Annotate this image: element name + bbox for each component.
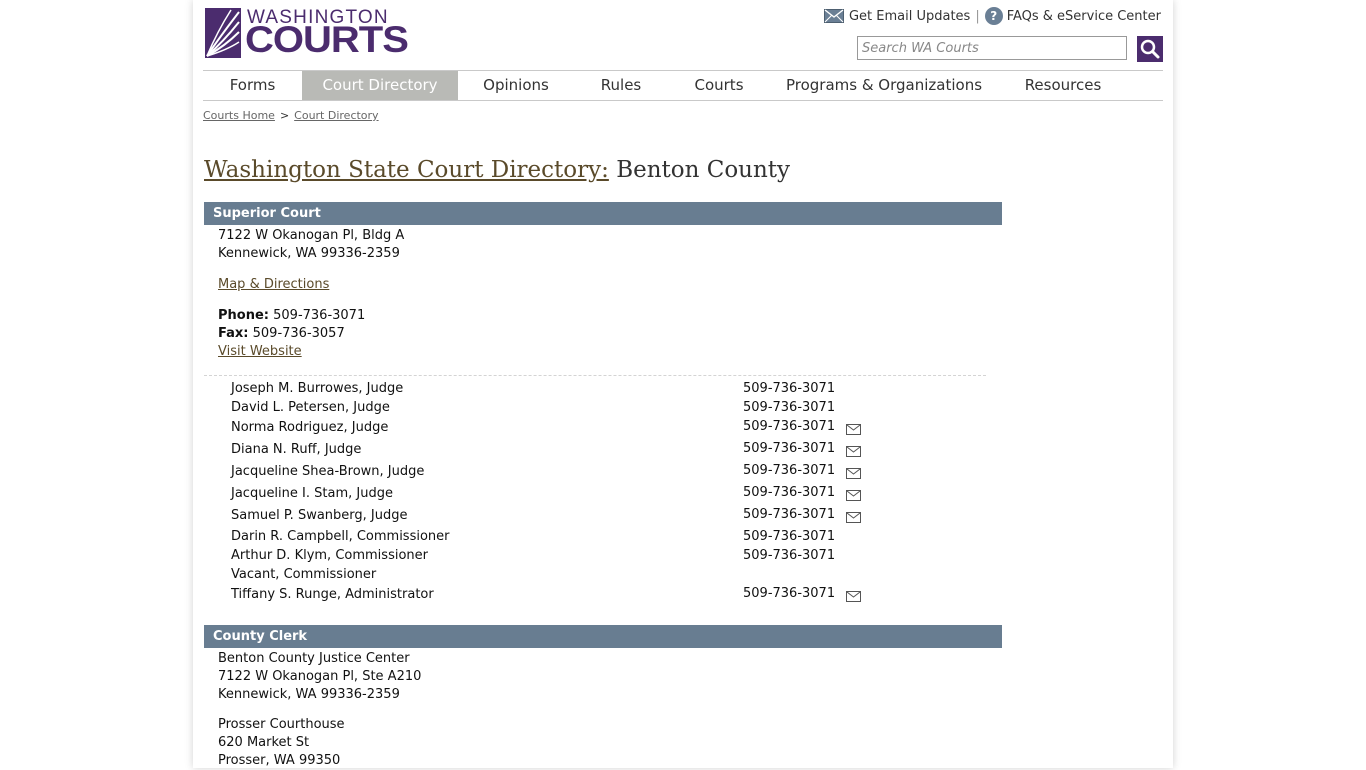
staff-name: Vacant, Commissioner	[231, 567, 377, 582]
phone-label: Phone:	[218, 308, 269, 323]
question-circle-icon: ?	[984, 7, 1003, 25]
staff-phone: 509-736-3071	[743, 507, 836, 522]
staff-phone: 509-736-3071	[743, 463, 836, 478]
staff-phone: 509-736-3071	[743, 400, 836, 415]
superior-court-map-row: Map & Directions	[218, 276, 329, 294]
search-input[interactable]	[857, 36, 1127, 60]
staff-name: Tiffany S. Runge, Administrator	[231, 587, 434, 602]
courts-logo-mark-icon	[205, 8, 241, 58]
page-content: WASHINGTON COURTS Get Email Updates | ? …	[203, 0, 1163, 768]
staff-name: Diana N. Ruff, Judge	[231, 442, 362, 457]
staff-phone: 509-736-3071	[743, 441, 836, 456]
staff-name: Jacqueline I. Stam, Judge	[231, 486, 393, 501]
staff-phone: 509-736-3071	[743, 381, 836, 396]
email-updates-link[interactable]: Get Email Updates	[849, 9, 970, 24]
nav-item-courts[interactable]: Courts	[668, 71, 770, 100]
washington-courts-logo[interactable]: WASHINGTON COURTS	[205, 7, 409, 61]
email-envelope-icon[interactable]	[846, 512, 861, 523]
breadcrumb-court-directory-link[interactable]: Court Directory	[294, 109, 378, 122]
staff-phone: 509-736-3071	[743, 548, 836, 563]
superior-court-header: Superior Court	[204, 202, 1002, 225]
county-name: Benton County	[616, 157, 791, 183]
phone-value: 509-736-3071	[273, 308, 366, 323]
court-directory-title-link[interactable]: Washington State Court Directory:	[204, 157, 609, 183]
breadcrumb-home-link[interactable]: Courts Home	[203, 109, 275, 122]
staff-name: David L. Petersen, Judge	[231, 400, 390, 415]
clerk-location2-line2: Prosser, WA 99350	[218, 753, 341, 768]
utility-links: Get Email Updates | ? FAQs & eService Ce…	[823, 7, 1161, 25]
email-envelope-icon[interactable]	[846, 468, 861, 479]
logo-bottom-text: COURTS	[245, 20, 409, 61]
magnifier-icon	[1140, 39, 1160, 59]
clerk-location1-name: Benton County Justice Center	[218, 651, 410, 666]
staff-name: Samuel P. Swanberg, Judge	[231, 508, 408, 523]
clerk-location1-line1: 7122 W Okanogan Pl, Ste A210	[218, 669, 422, 684]
staff-name: Darin R. Campbell, Commissioner	[231, 529, 450, 544]
staff-name: Arthur D. Klym, Commissioner	[231, 548, 428, 563]
nav-item-opinions[interactable]: Opinions	[458, 71, 574, 100]
map-directions-link[interactable]: Map & Directions	[218, 277, 329, 292]
breadcrumb: Courts Home > Court Directory	[203, 109, 379, 122]
nav-item-programs-organizations[interactable]: Programs & Organizations	[770, 71, 998, 100]
superior-court-phone-row: Phone: 509-736-3071	[218, 307, 365, 325]
staff-name: Norma Rodriguez, Judge	[231, 420, 389, 435]
clerk-location2-name: Prosser Courthouse	[218, 717, 345, 732]
breadcrumb-separator: >	[279, 109, 290, 122]
staff-name: Jacqueline Shea-Brown, Judge	[231, 464, 425, 479]
superior-court-address-line1: 7122 W Okanogan Pl, Bldg A	[218, 228, 405, 243]
nav-item-rules[interactable]: Rules	[574, 71, 668, 100]
nav-item-resources[interactable]: Resources	[998, 71, 1128, 100]
email-envelope-icon[interactable]	[846, 424, 861, 435]
staff-phone: 509-736-3071	[743, 419, 836, 434]
visit-website-link[interactable]: Visit Website	[218, 344, 302, 359]
clerk-location2-line1: 620 Market St	[218, 735, 310, 750]
staff-phone: 509-736-3071	[743, 529, 836, 544]
superior-court-address-line2: Kennewick, WA 99336-2359	[218, 246, 400, 261]
search-button[interactable]	[1137, 36, 1163, 62]
utility-separator: |	[975, 8, 980, 24]
superior-court-website-row: Visit Website	[218, 343, 302, 361]
fax-value: 509-736-3057	[252, 326, 345, 341]
envelope-icon	[823, 9, 844, 23]
county-clerk-header: County Clerk	[204, 625, 1002, 648]
nav-item-court-directory[interactable]: Court Directory	[302, 71, 458, 100]
nav-item-forms[interactable]: Forms	[203, 71, 302, 100]
staff-name: Joseph M. Burrowes, Judge	[231, 381, 404, 396]
staff-phone: 509-736-3071	[743, 485, 836, 500]
email-envelope-icon[interactable]	[846, 446, 861, 457]
page-shell: WASHINGTON COURTS Get Email Updates | ? …	[193, 0, 1173, 768]
fax-label: Fax:	[218, 326, 249, 341]
clerk-location1-line2: Kennewick, WA 99336-2359	[218, 687, 400, 702]
main-nav: Forms Court Directory Opinions Rules Cou…	[203, 70, 1163, 101]
page-title: Washington State Court Directory: Benton…	[204, 157, 790, 183]
email-envelope-icon[interactable]	[846, 490, 861, 501]
section-divider	[204, 375, 986, 376]
email-envelope-icon[interactable]	[846, 591, 861, 602]
faqs-eservice-link[interactable]: FAQs & eService Center	[1007, 9, 1161, 24]
staff-phone: 509-736-3071	[743, 586, 836, 601]
superior-court-fax-row: Fax: 509-736-3057	[218, 325, 345, 343]
